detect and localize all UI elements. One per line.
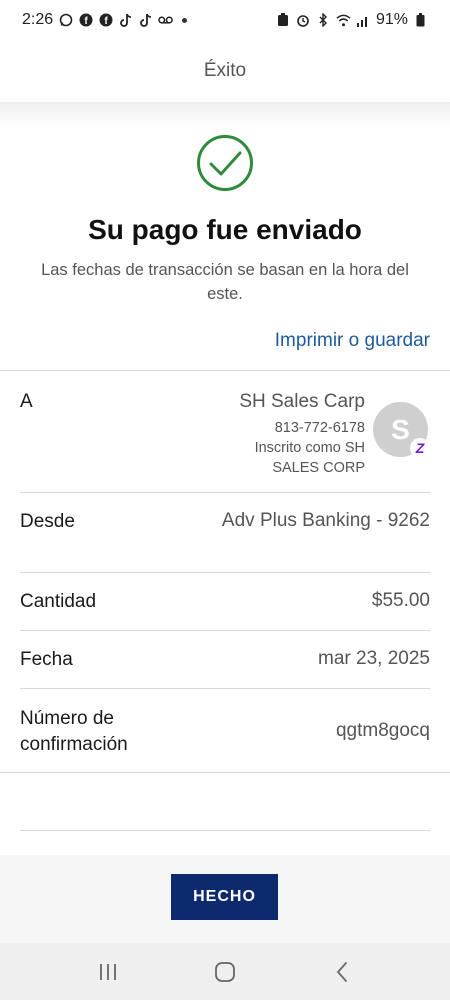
confirmation-label-line1: Número de — [20, 708, 114, 729]
recipient-enrolled-line1: Inscrito como SH — [254, 440, 365, 456]
confirmation-label: Número de confirmación — [20, 706, 128, 758]
voicemail-icon — [158, 13, 173, 28]
bluetooth-icon — [316, 13, 331, 28]
status-left: 2:26 f f — [22, 11, 188, 29]
divider — [0, 772, 450, 773]
done-button[interactable]: HECHO — [171, 874, 278, 920]
facebook-icon: f — [98, 13, 113, 28]
notification-dot-icon — [182, 17, 188, 23]
status-time: 2:26 — [22, 11, 54, 28]
success-headline: Su pago fue enviado — [88, 214, 362, 245]
home-icon[interactable] — [200, 952, 250, 992]
recipient-enrolled-line2: SALES CORP — [272, 460, 365, 476]
from-value: Adv Plus Banking - 9262 — [221, 510, 430, 531]
tiktok-icon — [118, 13, 133, 28]
divider — [20, 688, 430, 689]
divider — [0, 370, 450, 371]
amount-label: Cantidad — [20, 591, 97, 612]
date-label: Fecha — [20, 649, 73, 670]
recipient-phone: 813-772-6178 — [274, 420, 365, 436]
divider — [20, 830, 430, 831]
zelle-badge-icon: Z — [410, 438, 430, 458]
header-shadow — [0, 102, 450, 126]
system-nav-bar — [0, 943, 450, 1000]
page-title: Éxito — [203, 60, 247, 81]
print-or-save-link[interactable]: Imprimir o guardar — [275, 330, 430, 352]
whatsapp-icon — [58, 13, 73, 28]
signal-icon — [356, 13, 371, 28]
divider — [20, 630, 430, 631]
recipient-info: SH Sales Carp 813-772-6178 Inscrito como… — [239, 390, 365, 478]
alarm-icon — [296, 13, 311, 28]
divider — [20, 492, 430, 493]
divider — [20, 572, 430, 573]
status-bar: 2:26 f f 91% — [0, 0, 450, 40]
recent-apps-icon[interactable] — [83, 952, 133, 992]
confirmation-label-line2: confirmación — [20, 734, 128, 755]
success-subtext: Las fechas de transacción se basan en la… — [41, 261, 409, 303]
recipient-name: SH Sales Carp — [239, 391, 365, 412]
back-icon[interactable] — [317, 952, 367, 992]
status-right: 91% — [276, 11, 428, 29]
battery-saver-icon — [276, 13, 291, 28]
tiktok-icon — [138, 13, 153, 28]
date-value: mar 23, 2025 — [318, 648, 430, 669]
success-check-icon — [196, 134, 254, 192]
confirmation-value: qgtm8gocq — [335, 720, 430, 741]
to-label: A — [20, 391, 33, 412]
battery-icon — [413, 13, 428, 28]
facebook-icon: f — [78, 13, 93, 28]
battery-percent: 91% — [375, 11, 408, 28]
wifi-icon — [336, 13, 351, 28]
amount-value: $55.00 — [371, 590, 430, 611]
from-label: Desde — [20, 511, 75, 532]
